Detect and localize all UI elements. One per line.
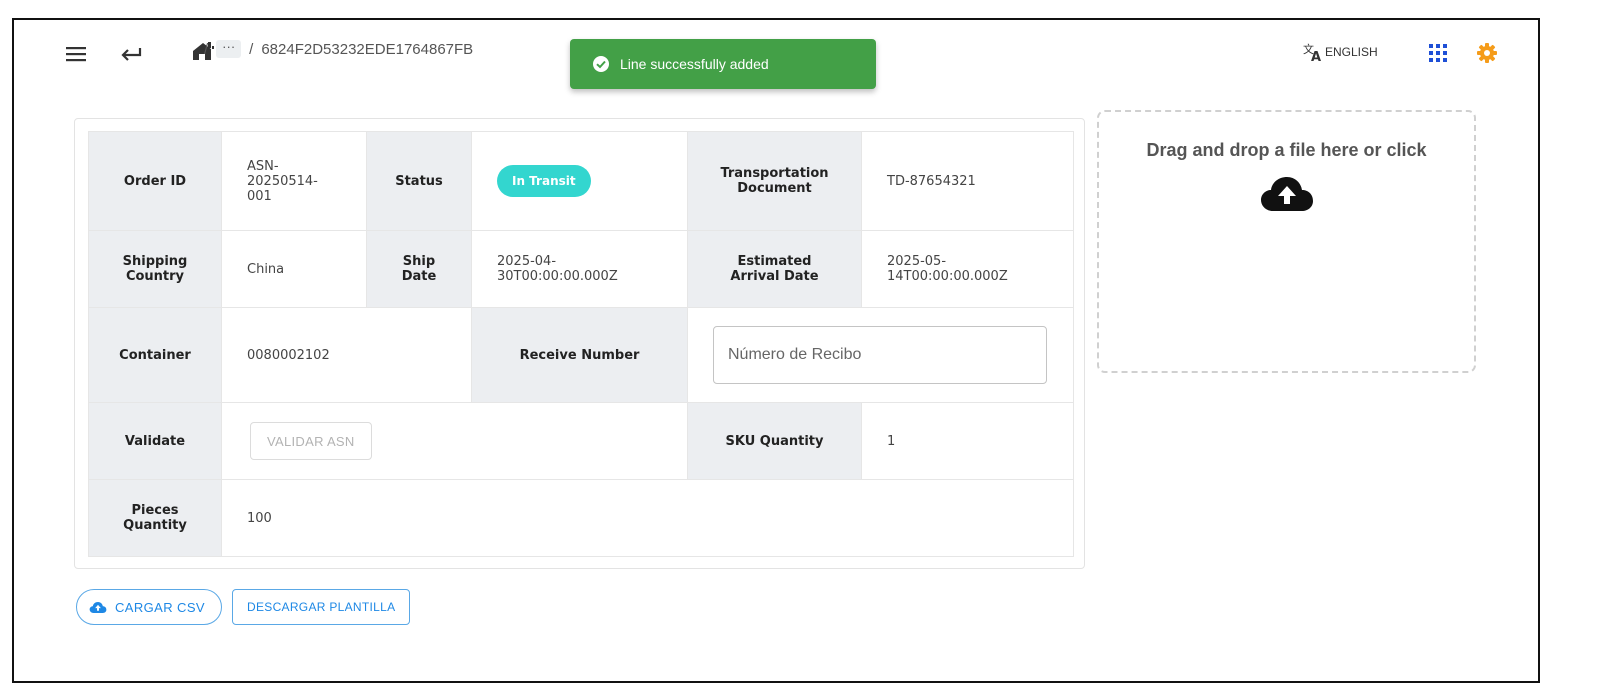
container-value: 0080002102 (221, 307, 472, 403)
container-label: Container (88, 307, 222, 403)
shipping-country-value: China (221, 230, 367, 308)
breadcrumb-separator: / (249, 40, 254, 58)
menu-icon[interactable] (64, 42, 88, 66)
receive-number-cell (687, 307, 1074, 403)
ship-date-value: 2025-04-30T00:00:00.000Z (471, 230, 688, 308)
transport-doc-value: TD-87654321 (861, 131, 1074, 231)
file-dropzone[interactable]: Drag and drop a file here or click (1097, 110, 1476, 373)
cloud-upload-icon (1099, 175, 1474, 218)
table-row: Container 0080002102 Receive Number (88, 307, 1074, 403)
validate-cell: VALIDAR ASN (221, 402, 688, 480)
eta-label: Estimated Arrival Date (687, 230, 862, 308)
table-row: Validate VALIDAR ASN SKU Quantity 1 (88, 402, 1074, 480)
apps-grid-icon[interactable] (1427, 42, 1449, 64)
language-selector[interactable]: 文A ENGLISH (1303, 42, 1378, 62)
breadcrumb-separator: / (204, 40, 209, 58)
settings-gear-icon[interactable] (1475, 41, 1499, 65)
check-circle-icon (593, 56, 609, 72)
table-row: Order ID ASN-20250514-001 Status In Tran… (88, 131, 1074, 231)
success-toast: Line successfully added (570, 39, 876, 89)
validate-label: Validate (88, 402, 222, 480)
eta-value: 2025-05-14T00:00:00.000Z (861, 230, 1074, 308)
breadcrumb-current: 6824F2D53232EDE1764867FB (261, 40, 474, 58)
app-frame: / ··· / 6824F2D53232EDE1764867FB 文A ENGL… (12, 18, 1540, 683)
receive-number-label: Receive Number (471, 307, 688, 403)
validate-asn-button[interactable]: VALIDAR ASN (250, 422, 372, 460)
order-details-table: Order ID ASN-20250514-001 Status In Tran… (88, 131, 1074, 557)
shipping-country-label: Shipping Country (88, 230, 222, 308)
upload-csv-label: CARGAR CSV (115, 599, 205, 615)
pieces-quantity-label: Pieces Quantity (88, 479, 222, 557)
order-details-card: Order ID ASN-20250514-001 Status In Tran… (74, 118, 1085, 569)
back-arrow-icon[interactable] (118, 42, 144, 66)
status-cell: In Transit (471, 131, 688, 231)
status-label: Status (366, 131, 472, 231)
table-row: Pieces Quantity 100 (88, 479, 1074, 557)
breadcrumb-ellipsis[interactable]: ··· (216, 40, 242, 58)
ship-date-label: Ship Date (366, 230, 472, 308)
sku-quantity-value: 1 (861, 402, 1074, 480)
dropzone-text: Drag and drop a file here or click (1146, 140, 1427, 160)
breadcrumb: / ··· / 6824F2D53232EDE1764867FB (204, 40, 473, 58)
order-id-value: ASN-20250514-001 (221, 131, 367, 231)
transport-doc-label: Transportation Document (687, 131, 862, 231)
translate-icon: 文A (1303, 42, 1321, 62)
svg-text:A: A (1311, 50, 1321, 62)
language-label: ENGLISH (1325, 45, 1378, 59)
status-badge: In Transit (497, 165, 591, 197)
cloud-upload-icon (89, 601, 107, 613)
upload-csv-button[interactable]: CARGAR CSV (76, 589, 222, 625)
order-id-label: Order ID (88, 131, 222, 231)
table-row: Shipping Country China Ship Date 2025-04… (88, 230, 1074, 308)
receive-number-input[interactable] (713, 326, 1047, 384)
toast-message: Line successfully added (620, 56, 769, 72)
pieces-quantity-value: 100 (221, 479, 1074, 557)
sku-quantity-label: SKU Quantity (687, 402, 862, 480)
download-template-button[interactable]: DESCARGAR PLANTILLA (232, 589, 411, 625)
